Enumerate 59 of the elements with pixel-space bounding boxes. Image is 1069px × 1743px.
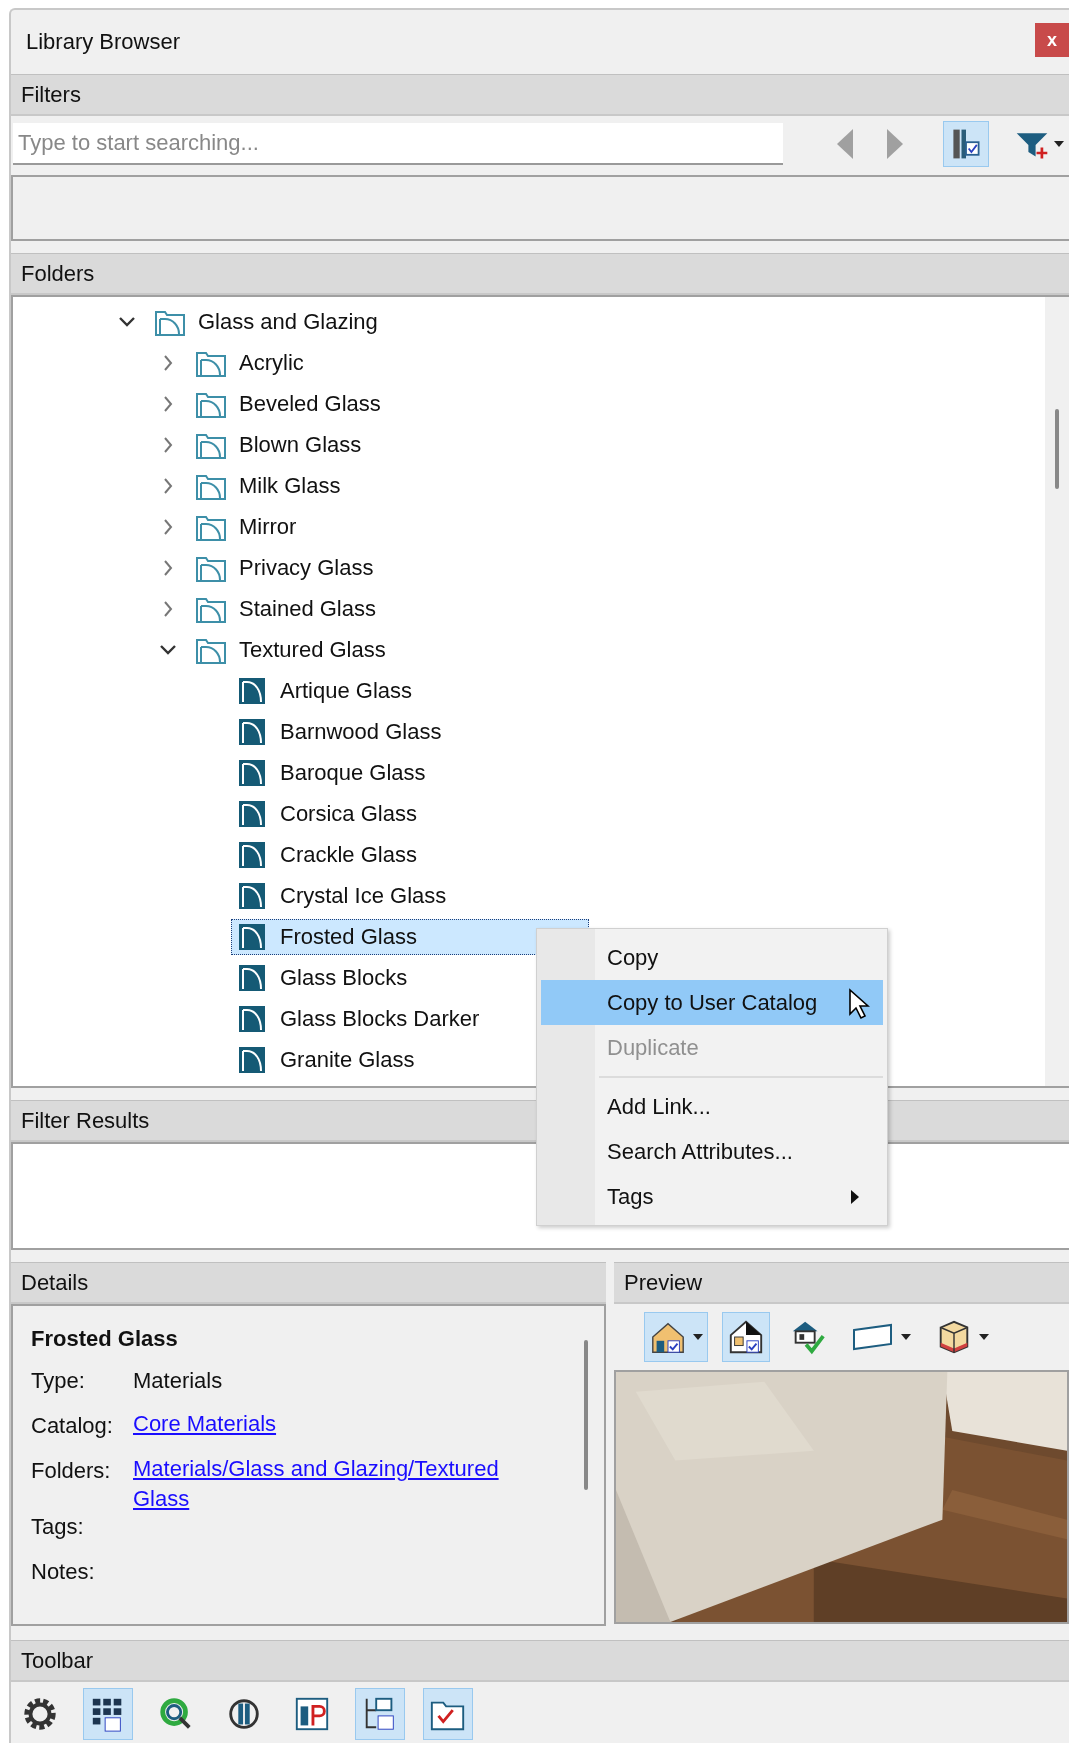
house-check-icon — [727, 1318, 765, 1356]
field-label: Notes: — [31, 1559, 96, 1586]
field-label: Catalog: — [31, 1413, 114, 1440]
panel-icon — [293, 1695, 331, 1733]
section-header: Filters — [11, 74, 1069, 116]
grid-button[interactable] — [83, 1688, 133, 1740]
house-view-button[interactable] — [644, 1312, 708, 1362]
tree-item[interactable]: Glass Blocks Darker — [231, 1000, 485, 1037]
plane-icon — [851, 1322, 895, 1352]
tree-item[interactable]: Frosted Glass — [231, 918, 589, 955]
material-icon — [236, 1003, 268, 1034]
material-icon — [236, 798, 268, 829]
tree-item[interactable]: Beveled Glass — [190, 385, 386, 422]
field-value: Materials — [133, 1368, 223, 1395]
tree-item[interactable]: Crystal Ice Glass — [231, 877, 452, 914]
folder-check-button[interactable] — [423, 1688, 473, 1740]
tree-item[interactable]: Corsica Glass — [231, 795, 422, 832]
tree-button[interactable] — [355, 1688, 405, 1740]
close-button[interactable]: x — [1035, 23, 1069, 57]
tree-item[interactable]: Glass Blocks — [231, 959, 413, 996]
search-field[interactable]: Type to start searching... — [13, 123, 783, 165]
tree-item[interactable]: Milk Glass — [190, 467, 346, 504]
tree-item[interactable]: Acrylic — [190, 344, 309, 381]
tree-item[interactable]: Crackle Glass — [231, 836, 422, 873]
section-header: Details — [11, 1262, 606, 1304]
tree-item[interactable]: Mirror — [190, 508, 302, 545]
menu-item[interactable]: Tags — [541, 1174, 883, 1219]
menu-item[interactable]: Copy to User Catalog — [541, 980, 883, 1025]
mouse-pointer-icon — [848, 988, 870, 1020]
material-icon — [236, 675, 268, 706]
tree-item[interactable]: Glass and Glazing — [149, 303, 383, 340]
tree-item[interactable]: Blown Glass — [190, 426, 367, 463]
gear-icon — [21, 1695, 59, 1733]
field-label: Type: — [31, 1368, 86, 1395]
section-header: Folders — [11, 253, 1069, 295]
tree-item[interactable]: Textured Glass — [190, 631, 391, 668]
section-header: Preview — [614, 1262, 1069, 1304]
tree-item[interactable]: Baroque Glass — [231, 754, 431, 791]
material-icon — [236, 839, 268, 870]
material-icon — [236, 757, 268, 788]
section-header: Toolbar — [11, 1640, 1069, 1682]
material-icon — [236, 921, 268, 952]
scrollbar[interactable] — [584, 1340, 588, 1490]
material-icon — [236, 880, 268, 911]
field-label: Folders: — [31, 1458, 112, 1485]
field-label: Tags: — [31, 1514, 85, 1541]
tree-item[interactable]: Granite Glass — [231, 1041, 420, 1078]
item-title: Frosted Glass — [31, 1326, 179, 1352]
house-plan-button[interactable] — [722, 1312, 770, 1362]
window-title: Library Browser — [26, 29, 181, 55]
material-icon — [236, 962, 268, 993]
catalog-filter-button[interactable] — [943, 121, 989, 167]
material-icon — [236, 1044, 268, 1075]
material-icon — [236, 716, 268, 747]
tree-item[interactable]: Artique Glass — [231, 672, 418, 709]
tree-item[interactable]: Stained Glass — [190, 590, 381, 627]
scrollbar[interactable] — [1045, 297, 1069, 1086]
tree-item[interactable]: Privacy Glass — [190, 549, 379, 586]
tree-item[interactable]: Barnwood Glass — [231, 713, 447, 750]
